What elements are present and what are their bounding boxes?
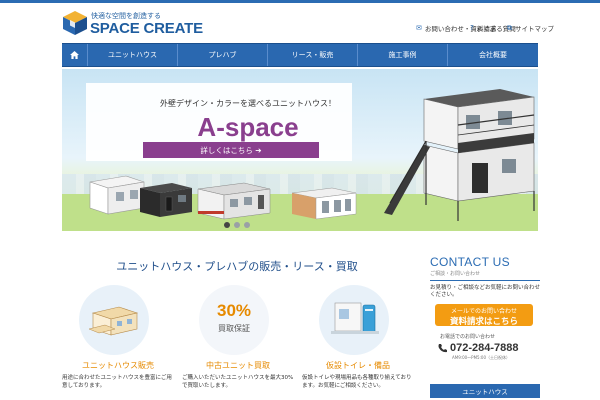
util-link-label: サイトマップ (515, 25, 554, 33)
site-logo[interactable]: 快適な空間を創造する SPACE CREATE (62, 10, 212, 38)
slider-dots (224, 222, 250, 228)
top-accent-line (0, 0, 600, 3)
contact-desc: お見積り・ご相談などお気軽にお問い合わせください。 (430, 285, 541, 298)
home-icon (70, 51, 79, 59)
unit-house-icon (88, 306, 139, 336)
mail-inquiry-button[interactable]: メールでのお問い合わせ 資料請求はこちら (435, 304, 533, 327)
phone-icon (438, 344, 447, 353)
global-nav: ユニットハウス プレハブ リース・販売 施工事例 会社概要 (62, 43, 538, 67)
contact-subtitle: ご相談・お問い合わせ (430, 271, 481, 277)
nav-item-prefab[interactable]: プレハブ (178, 44, 268, 66)
logo-name: SPACE CREATE (90, 20, 203, 37)
feature-image (319, 285, 389, 355)
nav-item-unit-house[interactable]: ユニットハウス (88, 44, 178, 66)
contact-box: CONTACT US ご相談・お問い合わせ お見積り・ご相談などお気軽にお問い合… (430, 255, 540, 361)
section-headline: ユニットハウス・プレハブの販売・リース・買取 (116, 260, 358, 273)
util-link-sitemap[interactable]: ⧉ サイトマップ (507, 23, 554, 34)
business-hours: AM9:00〜PM5:00（土日祝休） (452, 355, 511, 360)
question-icon: ? (470, 24, 474, 32)
two-story-unit-house-illustration (384, 89, 535, 221)
phone-number: 072-284-7888 (450, 342, 519, 354)
cube-logo-icon (63, 11, 87, 35)
slider-dot-2[interactable] (234, 222, 240, 228)
contact-title: CONTACT US (430, 255, 510, 269)
hero-cta-button[interactable]: 詳しくはこちら ➔ (143, 142, 319, 158)
portable-toilet-icon (331, 302, 379, 334)
badge-number: 30% (216, 301, 252, 320)
badge-text: 買取保証 (218, 324, 250, 333)
grey-unit-house-illustration (197, 182, 271, 220)
mail-button-line2: 資料請求はこちら (449, 317, 518, 327)
nav-item-lease[interactable]: リース・販売 (268, 44, 358, 66)
feature-title: ユニットハウス販売 (82, 361, 154, 370)
hero-slider[interactable]: 外壁デザイン・カラーを選べるユニットハウス！ A-space 詳しくはこちら ➔ (62, 69, 538, 231)
feature-title: 仮設トイレ・備品 (326, 361, 390, 370)
phone-row[interactable]: 072-284-7888 (438, 342, 540, 354)
sidebar-heading: ユニットハウス (430, 384, 540, 398)
mail-icon: ✉ (416, 24, 422, 32)
phone-label: お電話でのお問い合わせ (440, 334, 496, 340)
black-unit-house-illustration (140, 183, 192, 217)
mail-button-line1: メールでのお問い合わせ (450, 308, 517, 315)
slider-dot-3[interactable] (244, 222, 250, 228)
hero-brand: A-space (197, 112, 299, 142)
hero-tagline: 外壁デザイン・カラーを選べるユニットハウス！ (160, 99, 336, 108)
slider-dot-1[interactable] (224, 222, 230, 228)
nav-home[interactable] (62, 44, 88, 66)
contact-divider (430, 280, 540, 281)
feature-desc: ご購入いただいたユニットハウスを最大30%で買取いたします。 (182, 375, 294, 389)
feature-image (79, 285, 149, 355)
nav-item-works[interactable]: 施工事例 (358, 44, 448, 66)
wood-unit-house-illustration (291, 187, 357, 220)
feature-desc: 仮設トイレや現場用品も各種取り揃えております。お気軽にご相談ください。 (302, 375, 412, 389)
nav-item-company[interactable]: 会社概要 (448, 44, 538, 66)
feature-image: 30% 買取保証 (199, 285, 269, 355)
feature-title: 中古ユニット買取 (206, 361, 270, 370)
sitemap-icon: ⧉ (507, 23, 512, 32)
feature-desc: 用途に合わせたユニットハウスを豊富にご用意しております。 (62, 375, 172, 389)
